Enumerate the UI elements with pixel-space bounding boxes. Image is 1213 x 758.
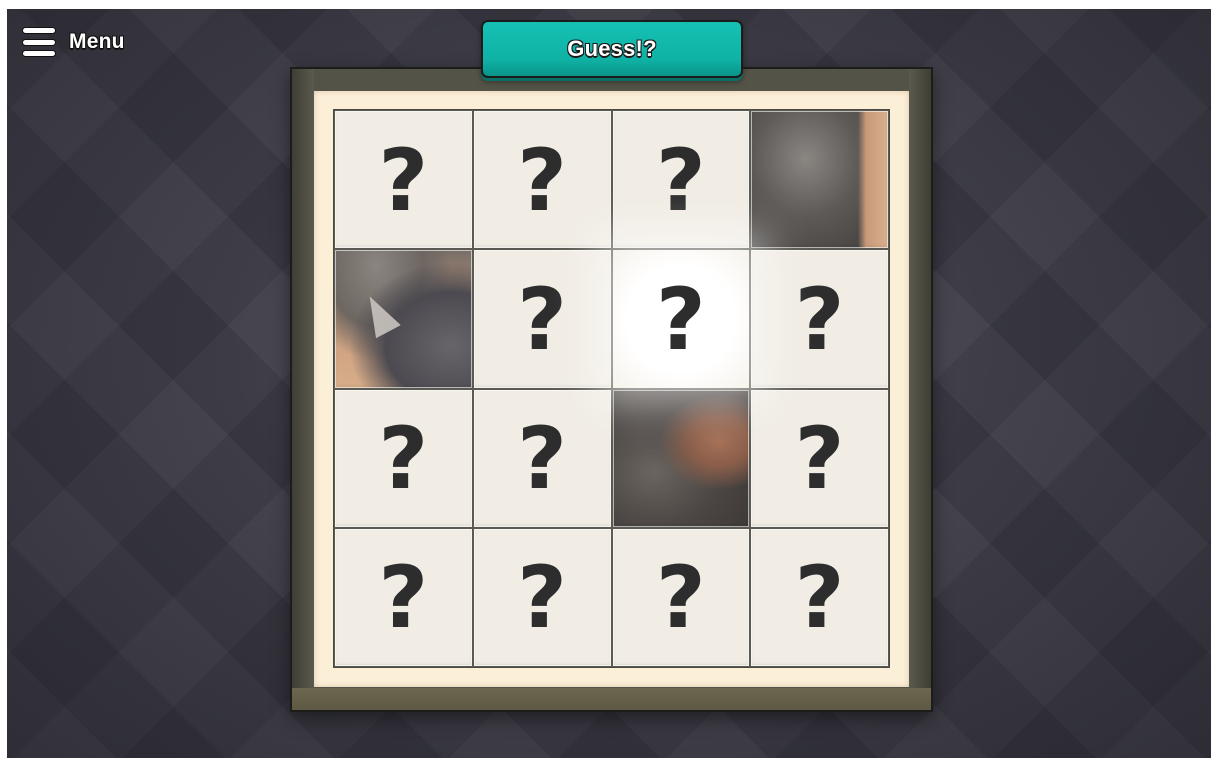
question-mark-icon: ? <box>655 548 706 649</box>
animal-ear-image <box>357 290 401 339</box>
menu-button[interactable]: Menu <box>23 25 125 59</box>
menu-label: Menu <box>69 30 125 53</box>
question-mark-icon: ? <box>517 269 568 370</box>
question-mark-icon: ? <box>378 130 429 231</box>
guess-button-label: Guess!? <box>567 36 657 61</box>
question-mark-icon: ? <box>655 269 706 370</box>
puzzle-tile[interactable]: ? <box>612 250 750 388</box>
puzzle-tile[interactable]: ? <box>751 250 888 388</box>
picture-mat: ????????????? <box>314 91 909 687</box>
revealed-photo-tile[interactable] <box>335 250 472 388</box>
question-mark-icon: ? <box>655 130 706 231</box>
question-mark-icon: ? <box>517 130 568 231</box>
question-mark-icon: ? <box>794 548 845 649</box>
question-mark-icon: ? <box>517 409 568 510</box>
revealed-photo-tile[interactable] <box>751 111 888 249</box>
puzzle-tile[interactable]: ? <box>335 111 472 249</box>
game-stage: Menu ????????????? Guess!? <box>7 9 1211 758</box>
question-mark-icon: ? <box>378 548 429 649</box>
puzzle-tile[interactable]: ? <box>612 111 750 249</box>
puzzle-tile[interactable]: ? <box>612 528 750 666</box>
guess-button[interactable]: Guess!? <box>481 20 743 78</box>
question-mark-icon: ? <box>794 409 845 510</box>
puzzle-tile[interactable]: ? <box>751 389 888 527</box>
puzzle-tile[interactable]: ? <box>335 389 472 527</box>
revealed-photo-tile[interactable] <box>612 389 750 527</box>
puzzle-tile[interactable]: ? <box>473 389 611 527</box>
question-mark-icon: ? <box>378 409 429 510</box>
question-mark-icon: ? <box>794 269 845 370</box>
puzzle-tile[interactable]: ? <box>473 250 611 388</box>
puzzle-tile[interactable]: ? <box>751 528 888 666</box>
puzzle-tile[interactable]: ? <box>473 528 611 666</box>
question-mark-icon: ? <box>517 548 568 649</box>
puzzle-tile[interactable]: ? <box>335 528 472 666</box>
puzzle-tile[interactable]: ? <box>473 111 611 249</box>
hamburger-icon <box>23 26 55 58</box>
tile-board: ????????????? <box>333 109 890 668</box>
picture-frame: ????????????? <box>290 67 933 712</box>
